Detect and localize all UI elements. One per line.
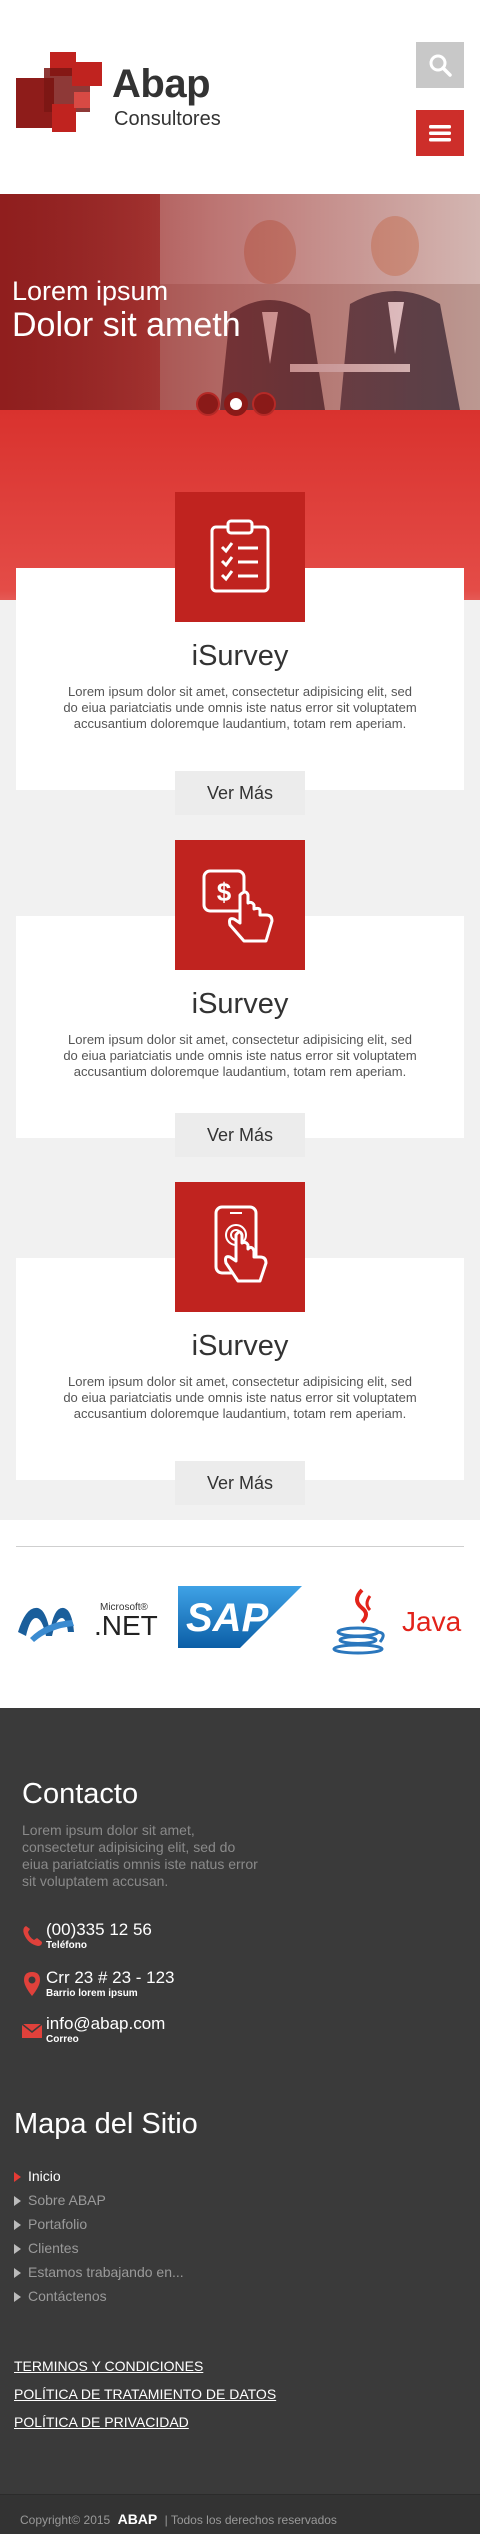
map-link-inicio[interactable]: Inicio [14, 2168, 61, 2184]
phone-icon [23, 1926, 42, 1946]
service-title-1: iSurvey [191, 640, 289, 672]
service-icon-box-1 [175, 492, 305, 622]
site-map-title: Mapa del Sitio [14, 2108, 198, 2140]
menu-button[interactable] [416, 110, 464, 156]
envelope-icon [22, 2023, 42, 2038]
site-header: Abap Consultores [0, 0, 480, 194]
map-link-clientes[interactable]: Clientes [14, 2240, 79, 2256]
java-cup-icon [332, 1588, 385, 1655]
section-divider [16, 1546, 464, 1547]
contact-description: Lorem ipsum dolor sit amet, consectetur … [22, 1822, 258, 1889]
logo-sub-text: Consultores [114, 108, 221, 130]
sap-text: SAP [186, 1596, 269, 1640]
map-link-contactenos[interactable]: Contáctenos [14, 2288, 107, 2304]
contact-title: Contacto [22, 1778, 139, 1810]
hero-headline-1: Lorem ipsum [12, 276, 169, 306]
slider-dot-2[interactable] [224, 392, 248, 416]
copyright-suffix: | Todos los derechos reservados [164, 2513, 337, 2527]
map-link-label: Portafolio [28, 2216, 88, 2232]
dollar-touch-icon: $ [202, 869, 274, 943]
sap-logo: SAP [178, 1586, 302, 1656]
copyright-prefix: Copyright© 2015 [20, 2513, 111, 2527]
phone-value: (00)335 12 56 [46, 1920, 152, 1939]
arrow-right-icon [14, 2172, 21, 2183]
map-link-label: Clientes [28, 2240, 79, 2256]
search-icon [429, 54, 452, 77]
logo-mark-icon [16, 52, 102, 132]
service-title-2: iSurvey [191, 988, 289, 1020]
map-link-label: Inicio [28, 2168, 61, 2184]
service-title-3: iSurvey [191, 1330, 289, 1362]
hero-headline-2: Dolor sit ameth [12, 306, 241, 344]
ver-mas-button-2[interactable]: Ver Más [175, 1113, 305, 1157]
map-link-label: Contáctenos [28, 2288, 107, 2304]
clipboard-checklist-icon [210, 519, 270, 593]
service-text-2: Lorem ipsum dolor sit amet, consectetur … [63, 1032, 417, 1079]
contact-address[interactable]: Crr 23 # 23 - 123 Barrio lorem ipsum [22, 1968, 282, 2002]
java-text: Java [402, 1606, 462, 1637]
terms-link[interactable]: TERMINOS Y CONDICIONES [14, 2358, 203, 2374]
site-footer: Contacto Lorem ipsum dolor sit amet, con… [0, 1708, 480, 2534]
hero-slider[interactable]: Lorem ipsum Dolor sit ameth [0, 194, 480, 410]
arrow-right-icon [14, 2292, 21, 2303]
arrow-right-icon [14, 2220, 21, 2231]
svg-text:$: $ [217, 877, 232, 907]
address-value: Crr 23 # 23 - 123 [46, 1968, 175, 1987]
slider-dot-1[interactable] [196, 392, 220, 416]
dotnet-big-text: .NET [94, 1610, 158, 1641]
map-link-label: Estamos trabajando en... [28, 2264, 184, 2280]
service-text-3: Lorem ipsum dolor sit amet, consectetur … [63, 1374, 417, 1421]
service-text-1: Lorem ipsum dolor sit amet, consectetur … [63, 684, 417, 731]
arrow-right-icon [14, 2268, 21, 2279]
contact-phone[interactable]: (00)335 12 56 Teléfono [22, 1920, 282, 1954]
copyright-text: Copyright© 2015 ABAP | Todos los derecho… [20, 2511, 337, 2527]
slider-pagination [196, 392, 286, 418]
phone-label: Teléfono [46, 1940, 87, 1951]
ver-mas-button-1[interactable]: Ver Más [175, 771, 305, 815]
map-link-label: Sobre ABAP [28, 2192, 106, 2208]
java-logo: Java [332, 1586, 464, 1656]
arrow-right-icon [14, 2244, 21, 2255]
data-policy-link[interactable]: POLÍTICA DE TRATAMIENTO DE DATOS [14, 2386, 276, 2402]
location-pin-icon [24, 1972, 40, 1996]
slider-dot-3[interactable] [252, 392, 276, 416]
address-label: Barrio lorem ipsum [46, 1988, 138, 1999]
logo-main-text: Abap [112, 62, 211, 106]
logo[interactable]: Abap Consultores [16, 52, 226, 138]
copyright-brand: ABAP [117, 2511, 158, 2527]
mobile-touch-icon [214, 1205, 268, 1283]
map-link-portafolio[interactable]: Portafolio [14, 2216, 87, 2232]
contact-email[interactable]: info@abap.com Correo [22, 2014, 282, 2048]
copyright-bar: Copyright© 2015 ABAP | Todos los derecho… [0, 2494, 480, 2534]
email-label: Correo [46, 2034, 79, 2045]
dotnet-logo: Microsoft® .NET [16, 1586, 158, 1656]
arrow-right-icon [14, 2196, 21, 2207]
search-button[interactable] [416, 42, 464, 88]
service-icon-box-2: $ [175, 840, 305, 970]
privacy-policy-link[interactable]: POLÍTICA DE PRIVACIDAD [14, 2414, 189, 2430]
email-value: info@abap.com [46, 2014, 166, 2033]
map-link-sobre-abap[interactable]: Sobre ABAP [14, 2192, 106, 2208]
map-link-estamos-trabajando[interactable]: Estamos trabajando en... [14, 2264, 184, 2280]
hamburger-icon [429, 125, 451, 142]
service-icon-box-3 [175, 1182, 305, 1312]
ver-mas-button-3[interactable]: Ver Más [175, 1461, 305, 1505]
